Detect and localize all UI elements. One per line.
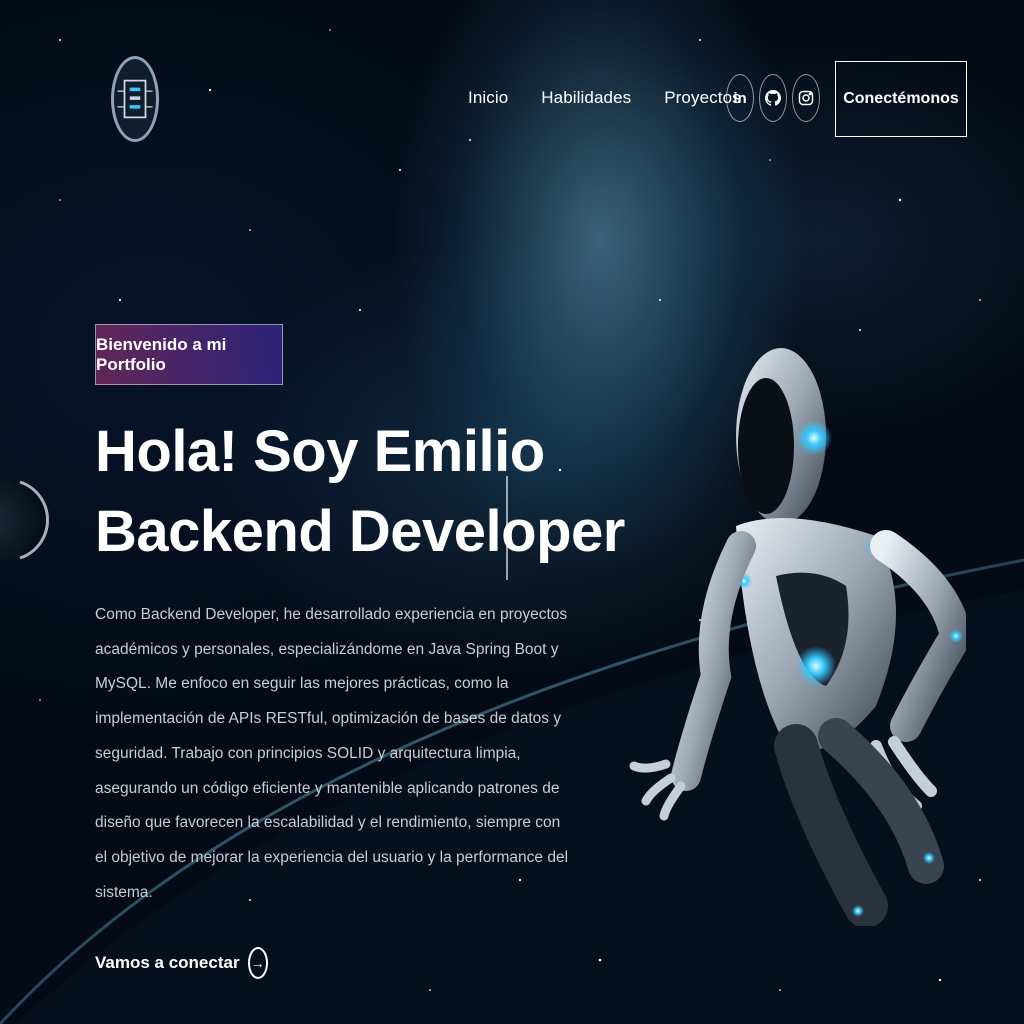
connect-cta-link[interactable]: Vamos a conectar → <box>95 947 268 979</box>
hero-headline: Hola! Soy Emilio Backend Developer <box>95 412 625 572</box>
astronaut-robot-illustration <box>629 348 966 926</box>
nav-link-habilidades[interactable]: Habilidades <box>541 88 631 108</box>
instagram-icon <box>798 90 814 106</box>
github-icon <box>765 90 781 106</box>
connect-button[interactable]: Conectémonos <box>835 61 967 137</box>
github-button[interactable] <box>759 74 787 122</box>
arrow-right-circle-icon: → <box>247 947 268 979</box>
social-links: in <box>726 74 820 122</box>
linkedin-button[interactable]: in <box>726 74 754 122</box>
welcome-tagline: Bienvenido a mi Portfolio <box>95 324 283 385</box>
linkedin-icon: in <box>733 89 747 107</box>
headline-role: Backend Developer <box>95 499 625 564</box>
circuit-logo-icon <box>117 79 153 119</box>
nav-link-inicio[interactable]: Inicio <box>468 88 508 108</box>
site-logo[interactable] <box>111 56 159 142</box>
cta-label: Vamos a conectar <box>95 953 240 972</box>
hero-description: Como Backend Developer, he desarrollado … <box>95 606 569 901</box>
headline-greeting: Hola! Soy Emilio <box>95 419 545 484</box>
typing-cursor <box>506 476 508 580</box>
instagram-button[interactable] <box>792 74 820 122</box>
